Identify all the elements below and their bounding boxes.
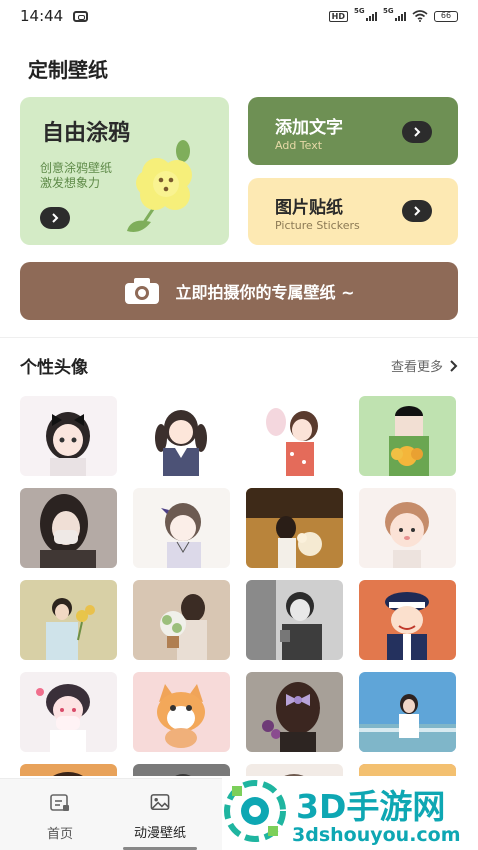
doodle-card-title: 自由涂鸦 xyxy=(42,121,131,146)
avatar-girl-sea[interactable] xyxy=(359,672,456,752)
avatar-girl-pink-hands[interactable] xyxy=(20,672,117,752)
avatar-girl-black-bow[interactable] xyxy=(20,396,117,476)
add-text-card[interactable]: 添加文字 Add Text xyxy=(248,97,458,165)
avatars-header: 个性头像 查看更多 xyxy=(20,353,458,378)
avatar-girl-pigtails[interactable] xyxy=(133,396,230,476)
avatar-row5-2[interactable] xyxy=(133,764,230,776)
wifi-icon xyxy=(412,10,428,22)
chevron-right-icon xyxy=(414,206,421,216)
chevron-right-icon xyxy=(52,213,59,223)
avatar-boy-cartoon[interactable] xyxy=(359,488,456,568)
avatar-girl-mask[interactable] xyxy=(20,488,117,568)
home-tab-icon xyxy=(50,794,69,811)
stickers-arrow-button[interactable] xyxy=(402,200,432,222)
add-text-subtitle: Add Text xyxy=(275,139,323,152)
watermark-brand: 3D手游网 xyxy=(296,787,446,826)
avatar-boy-flowers-green[interactable] xyxy=(359,396,456,476)
tab-home-label: 首页 xyxy=(46,827,73,842)
avatar-row5-4[interactable] xyxy=(359,764,456,776)
avatar-row5-3[interactable] xyxy=(246,764,343,776)
avatar-girl-flowers-beige[interactable] xyxy=(133,580,230,660)
avatar-girl-bunny[interactable] xyxy=(246,396,343,476)
watermark-url: 3dshouyou.com xyxy=(292,824,461,846)
tab-anime-wallpaper[interactable]: 动漫壁纸 xyxy=(110,779,210,850)
tab-anime-wallpaper-label: 动漫壁纸 xyxy=(133,826,186,842)
stickers-subtitle: Picture Stickers xyxy=(275,219,360,232)
doodle-card[interactable]: 自由涂鸦 创意涂鸦壁纸 激发想象力 xyxy=(20,97,229,245)
tab-home[interactable]: 首页 xyxy=(10,779,110,850)
avatar-police-cartoon[interactable] xyxy=(359,580,456,660)
doodle-card-subtitle: 创意涂鸦壁纸 激发想象力 xyxy=(40,161,113,190)
chevron-right-icon xyxy=(450,359,458,372)
take-photo-button[interactable]: 立即拍摄你的专属壁纸 ~ xyxy=(20,262,458,320)
take-photo-label: 立即拍摄你的专属壁纸 ~ xyxy=(175,283,355,302)
camera-icon xyxy=(124,277,160,305)
avatar-girl-sketch[interactable] xyxy=(133,488,230,568)
flower-illustration xyxy=(127,140,192,232)
doodle-arrow-button[interactable] xyxy=(40,207,70,229)
add-text-arrow-button[interactable] xyxy=(402,121,432,143)
section-title: 定制壁纸 xyxy=(28,58,108,82)
avatar-girl-purple-bow[interactable] xyxy=(246,672,343,752)
signal-icon: 5G xyxy=(354,7,377,21)
avatar-grid xyxy=(20,396,458,776)
image-tab-icon xyxy=(150,794,170,811)
signal-icon: 5G xyxy=(383,7,406,21)
status-time: 14:44 xyxy=(20,7,64,25)
divider xyxy=(0,337,478,338)
avatar-cat-cartoon[interactable] xyxy=(133,672,230,752)
avatars-title: 个性头像 xyxy=(20,358,88,378)
hd-label: HD xyxy=(328,10,348,22)
battery-icon: 66 xyxy=(434,10,458,22)
stickers-card[interactable]: 图片贴纸 Picture Stickers xyxy=(248,178,458,245)
status-bar: 14:44 HD 5G 5G 66 xyxy=(0,0,478,32)
avatar-girl-bouquet-orange[interactable] xyxy=(246,488,343,568)
add-text-title: 添加文字 xyxy=(275,118,343,138)
avatar-row5-1[interactable] xyxy=(20,764,117,776)
avatar-boy-sunflowers[interactable] xyxy=(20,580,117,660)
view-more-link[interactable]: 查看更多 xyxy=(391,356,458,375)
status-right: HD 5G 5G 66 xyxy=(328,7,458,22)
chevron-right-icon xyxy=(414,127,421,137)
watermark: 3D手游网 3dshouyou.com xyxy=(222,776,478,850)
vpn-icon xyxy=(73,10,89,22)
watermark-logo-icon xyxy=(224,780,286,842)
stickers-title: 图片贴纸 xyxy=(275,198,343,218)
avatar-boy-bw[interactable] xyxy=(246,580,343,660)
